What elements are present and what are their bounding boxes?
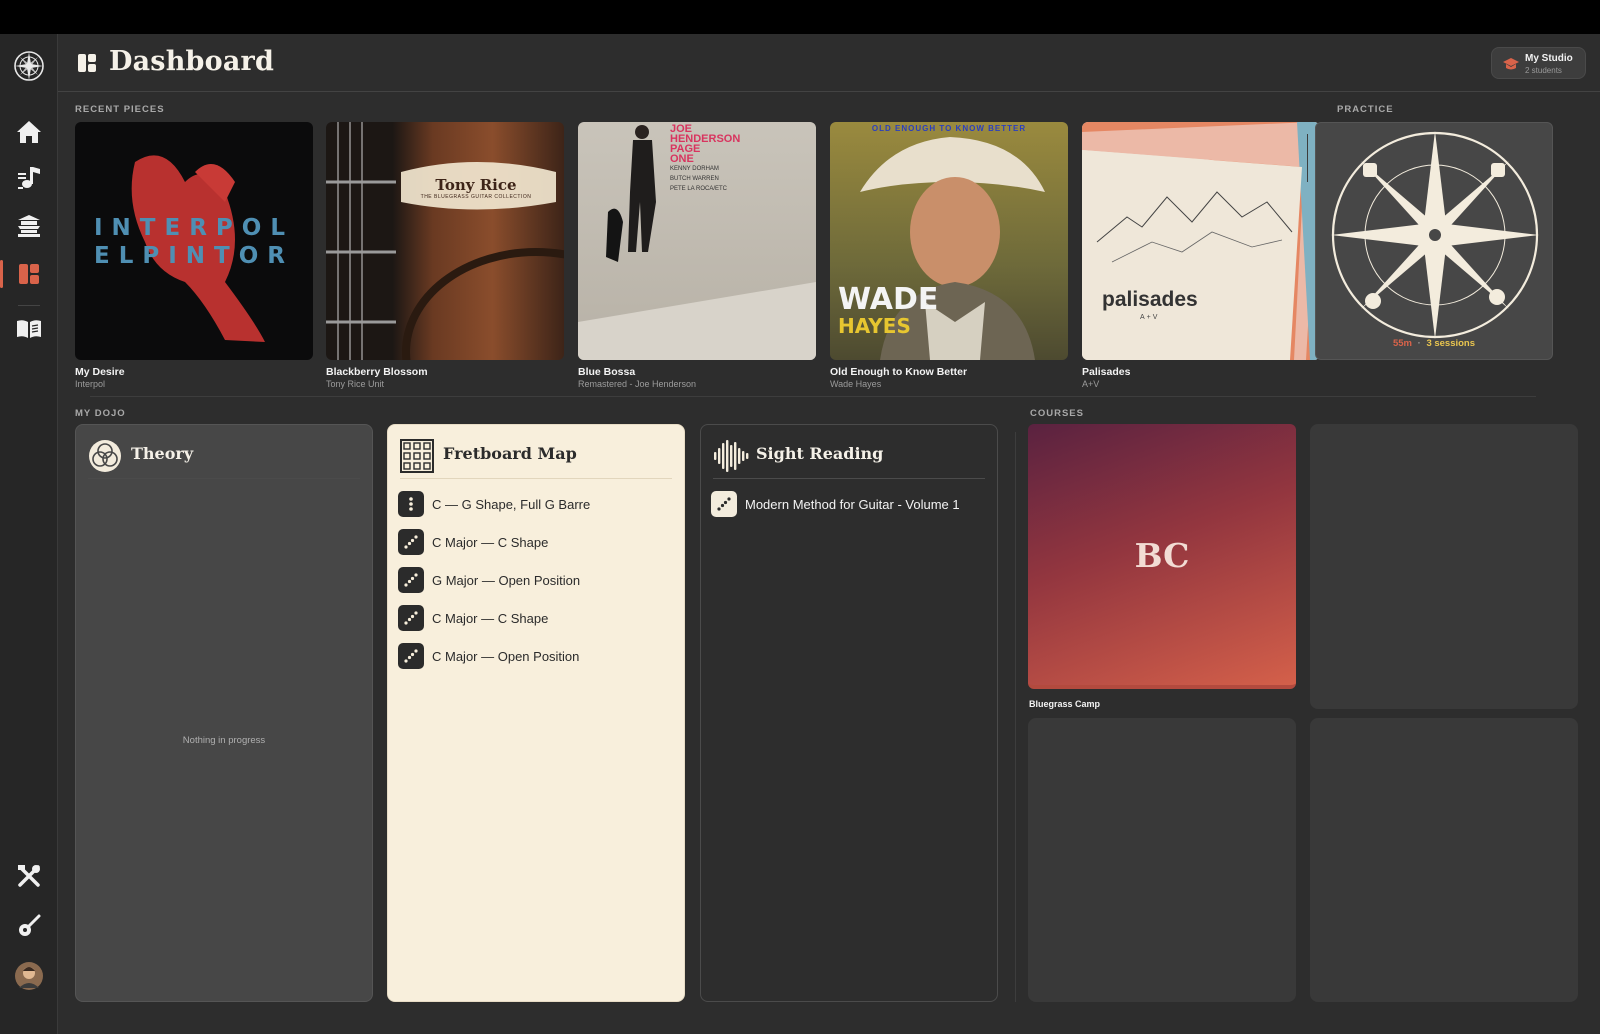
album-cover[interactable]: JOE HENDERSON PAGE ONE KENNY DORHAM BUTC… (578, 122, 816, 360)
course-placeholder (1028, 718, 1296, 1002)
pagoda-icon[interactable] (9, 206, 49, 246)
practice-separator: · (1417, 338, 1421, 349)
course-placeholder (1310, 424, 1578, 709)
card-title: Fretboard Map (443, 444, 577, 463)
cover-text: Tony Rice THE BLUEGRASS GUITAR COLLECTIO… (420, 176, 532, 200)
studio-name: My Studio (1525, 53, 1573, 64)
recent-piece-card[interactable]: Tony Rice THE BLUEGRASS GUITAR COLLECTIO… (326, 122, 564, 389)
dashboard-icon (78, 54, 96, 72)
diagonal-dots-icon (398, 605, 424, 631)
diagonal-dots-icon (398, 643, 424, 669)
practice-stats: 55m · 3 sessions (1316, 338, 1552, 349)
practice-minutes: 55m (1392, 338, 1412, 349)
practice-card[interactable]: 55m · 3 sessions (1315, 122, 1553, 360)
card-header: Theory (88, 435, 360, 479)
page-title: Dashboard (109, 46, 275, 77)
course-placeholder (1310, 718, 1578, 1002)
recent-piece-card[interactable]: JOE HENDERSON PAGE ONE KENNY DORHAM BUTC… (578, 122, 816, 389)
item-label: Modern Method for Guitar - Volume 1 (745, 496, 960, 512)
theory-card[interactable]: Theory Nothing in progress (75, 424, 373, 1002)
piece-title: Blue Bossa (578, 366, 636, 378)
piece-artist: Wade Hayes (830, 379, 882, 389)
courses-label: COURSES (1030, 408, 1084, 419)
diagonal-dots-icon (398, 567, 424, 593)
course-abbreviation: BC (1134, 536, 1190, 575)
cover-text: INTERPOL ELPINTOR (94, 215, 294, 269)
course-card[interactable]: BC Bluegrass Camp (1028, 424, 1296, 709)
diagonal-dots-icon (398, 529, 424, 555)
practice-sessions: 3 sessions (1426, 338, 1476, 349)
piece-artist: Interpol (75, 379, 106, 389)
graduation-cap-icon (1503, 58, 1519, 70)
item-label: C Major — Open Position (432, 648, 580, 664)
diagonal-dots-icon (711, 491, 737, 517)
cover-subtext: A+V (1140, 314, 1160, 321)
my-dojo-label: MY DOJO (75, 408, 126, 419)
piece-artist: Remastered - Joe Henderson (578, 379, 697, 389)
compass-rose-icon (1331, 131, 1539, 339)
cover-text: OLD ENOUGH TO KNOW BETTER (871, 124, 1027, 133)
page-header: Dashboard My Studio 2 students (58, 34, 1600, 92)
recent-piece-card[interactable]: INTERPOL ELPINTOR My Desire Interpol (75, 122, 313, 389)
avatar[interactable] (9, 956, 49, 996)
album-cover[interactable]: palisades A+V (1082, 122, 1320, 360)
piece-artist: A+V (1082, 379, 1100, 389)
list-item[interactable]: G Major — Open Position (398, 566, 580, 594)
home-icon[interactable] (9, 112, 49, 152)
card-title: Theory (131, 444, 194, 463)
cover-text: palisades (1102, 288, 1198, 311)
recent-piece-card[interactable]: palisades A+V Palisades A+V (1082, 122, 1320, 389)
list-item[interactable]: Modern Method for Guitar - Volume 1 (711, 490, 960, 518)
compass-logo-icon[interactable] (9, 46, 49, 86)
sight-reading-card[interactable]: Sight Reading Modern Method for Guitar -… (700, 424, 998, 1002)
item-label: C — G Shape, Full G Barre (432, 496, 591, 512)
venn-diagram-icon (89, 440, 121, 472)
waveform-icon (714, 440, 749, 472)
list-item[interactable]: C Major — Open Position (398, 642, 579, 670)
item-label: C Major — C Shape (432, 610, 549, 626)
fretboard-map-card[interactable]: Fretboard Map C — G Shape, Full G Barre … (387, 424, 685, 1002)
section-divider (90, 396, 1536, 397)
card-header: Fretboard Map (400, 435, 672, 479)
card-title: Sight Reading (756, 444, 884, 463)
sidebar-divider (18, 305, 40, 306)
fretboard-grid-icon (400, 439, 434, 473)
section-divider (1015, 432, 1016, 1002)
album-cover[interactable]: Tony Rice THE BLUEGRASS GUITAR COLLECTIO… (326, 122, 564, 360)
list-item[interactable]: C Major — C Shape (398, 528, 548, 556)
album-cover[interactable]: INTERPOL ELPINTOR (75, 122, 313, 360)
open-book-icon[interactable] (9, 309, 49, 349)
my-studio-button[interactable]: My Studio 2 students (1491, 47, 1586, 79)
piece-title: My Desire (75, 366, 125, 378)
recent-piece-card[interactable]: OLD ENOUGH TO KNOW BETTER WADE HAYES Old… (830, 122, 1068, 389)
piece-title: Old Enough to Know Better (830, 366, 968, 378)
list-item[interactable]: C Major — C Shape (398, 604, 548, 632)
piece-title: Palisades (1082, 366, 1131, 378)
cover-artist-text: WADE HAYES (838, 282, 939, 339)
album-cover[interactable]: OLD ENOUGH TO KNOW BETTER WADE HAYES (830, 122, 1068, 360)
dashboard-icon[interactable] (0, 254, 49, 294)
vertical-dots-icon (398, 491, 424, 517)
guitar-icon[interactable] (9, 906, 49, 946)
item-label: C Major — C Shape (432, 534, 549, 550)
section-divider (1307, 134, 1308, 182)
studio-subtitle: 2 students (1525, 66, 1562, 75)
window-top-bar (0, 0, 1600, 34)
empty-state-text: Nothing in progress (182, 735, 266, 746)
music-note-icon[interactable] (9, 158, 49, 198)
course-title: Bluegrass Camp (1029, 699, 1101, 709)
card-header: Sight Reading (713, 435, 985, 479)
practice-label: PRACTICE (1337, 104, 1394, 115)
app-window: Dashboard My Studio 2 students RECENT PI… (0, 34, 1600, 1034)
sidebar (0, 34, 58, 1034)
tools-icon[interactable] (9, 856, 49, 896)
cover-text: JOE HENDERSON PAGE ONE KENNY DORHAM BUTC… (670, 123, 741, 193)
course-cover[interactable]: BC (1028, 424, 1296, 689)
piece-title: Blackberry Blossom (326, 366, 428, 378)
recent-pieces-label: RECENT PIECES (75, 104, 165, 115)
list-item[interactable]: C — G Shape, Full G Barre (398, 490, 590, 518)
item-label: G Major — Open Position (432, 572, 581, 588)
piece-artist: Tony Rice Unit (326, 379, 385, 389)
